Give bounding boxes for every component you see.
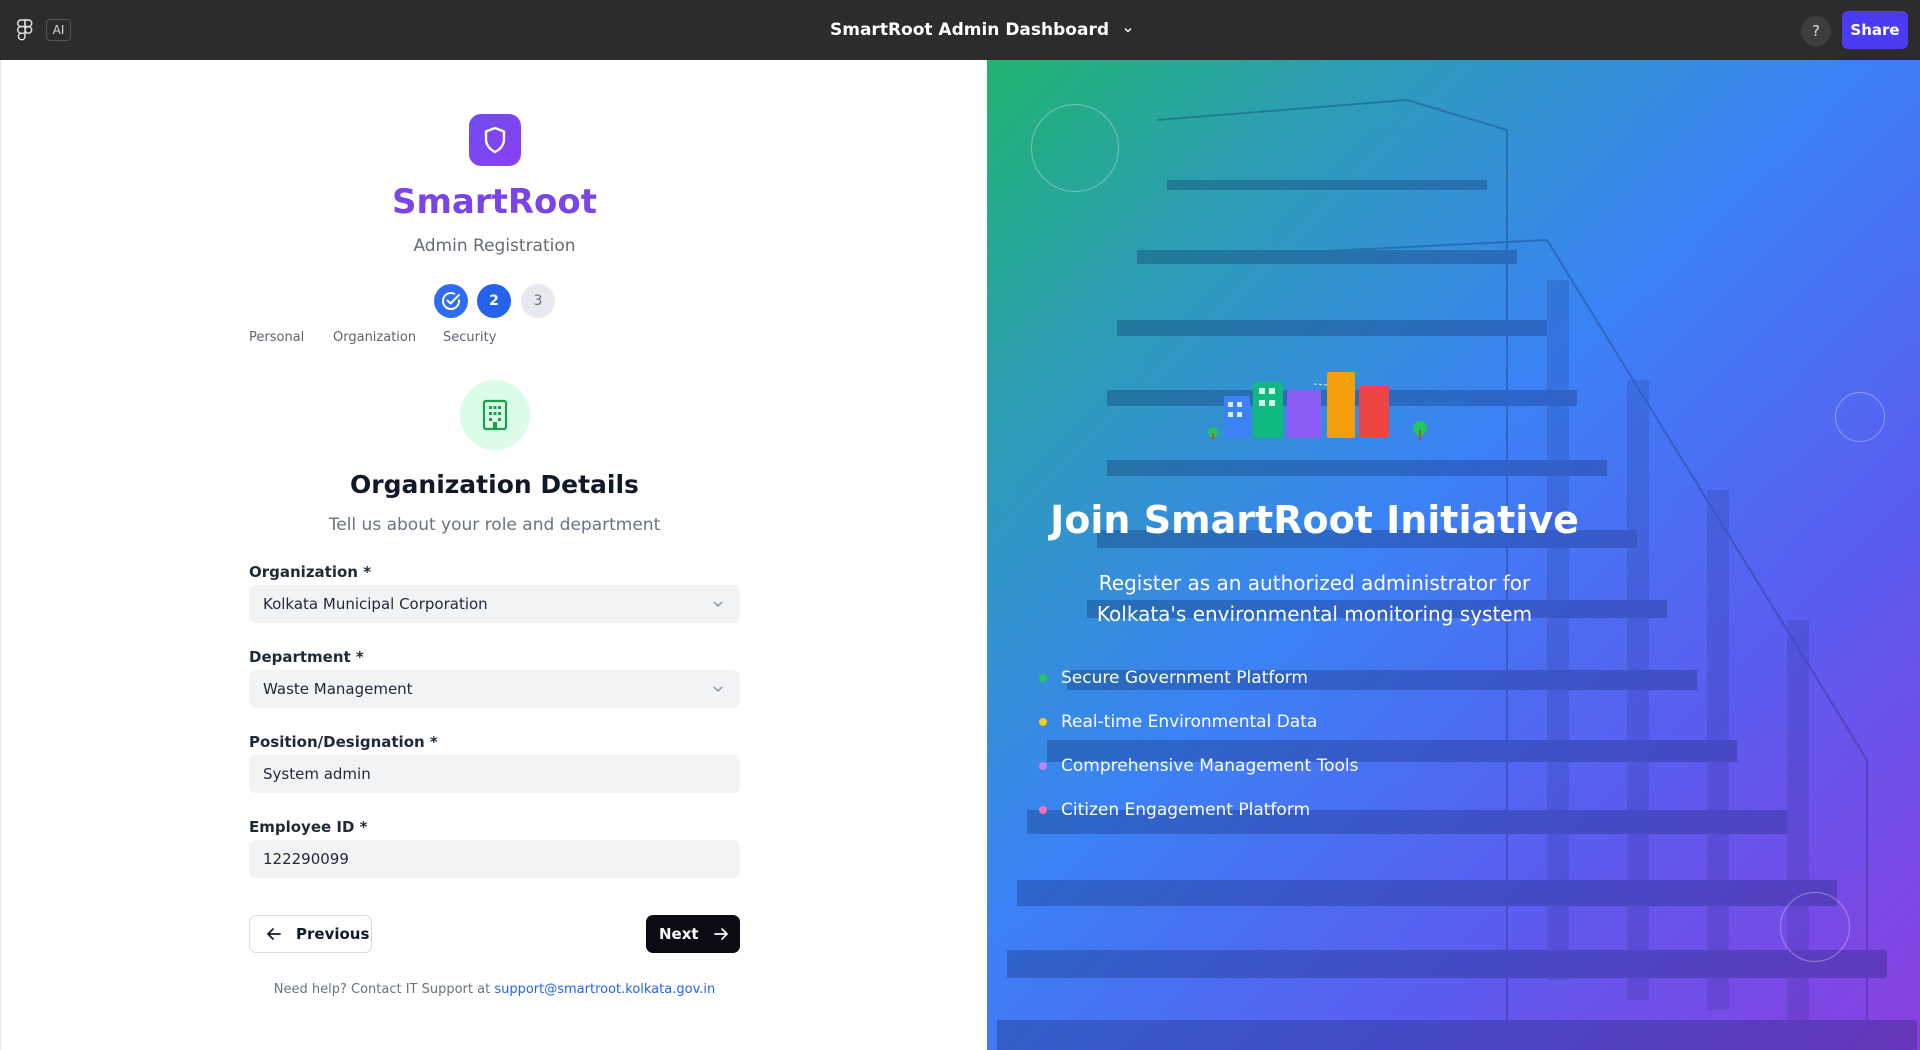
feature-item: Citizen Engagement Platform xyxy=(1039,800,1310,820)
feature-label: Comprehensive Management Tools xyxy=(1061,756,1359,776)
file-title: SmartRoot Admin Dashboard xyxy=(830,20,1109,40)
hero-title: Join SmartRoot Initiative xyxy=(1050,498,1579,542)
figma-logo-icon[interactable] xyxy=(16,19,34,41)
feature-label: Secure Government Platform xyxy=(1061,668,1308,688)
bullet-dot xyxy=(1039,762,1047,770)
section-subtitle: Tell us about your role and department xyxy=(328,515,661,535)
ai-button[interactable]: AI xyxy=(46,19,71,41)
help-button[interactable]: ? xyxy=(1801,16,1831,46)
previous-label: Previous xyxy=(296,925,370,943)
organization-label: Organization * xyxy=(249,563,372,581)
employee-id-input[interactable]: 122290099 xyxy=(249,840,740,878)
step-label-security: Security xyxy=(443,330,497,345)
step-3-pending: 3 xyxy=(521,284,555,318)
arrow-right-icon xyxy=(713,928,728,940)
city-skyline-illustration xyxy=(1208,372,1427,440)
bullet-dot xyxy=(1039,674,1047,682)
step-label-personal: Personal xyxy=(249,330,305,345)
decorative-circle xyxy=(1780,892,1850,962)
hero-subtitle: Register as an authorized administrator … xyxy=(1096,571,1533,626)
arrow-left-icon xyxy=(267,928,281,940)
position-input[interactable]: System admin xyxy=(249,755,740,793)
chevron-down-icon xyxy=(713,686,723,692)
section-icon xyxy=(460,380,530,450)
page-subtitle: Admin Registration xyxy=(413,236,576,256)
decorative-circle xyxy=(1835,392,1885,442)
brand-name: SmartRoot xyxy=(391,182,598,222)
step-2-active: 2 xyxy=(477,284,511,318)
department-select[interactable]: Waste Management xyxy=(249,670,740,708)
department-label: Department * xyxy=(249,648,364,666)
next-button[interactable]: Next xyxy=(646,915,740,953)
feature-label: Real-time Environmental Data xyxy=(1061,712,1318,732)
top-bar: AI SmartRoot Admin Dashboard ? Share xyxy=(0,0,1920,60)
feature-label: Citizen Engagement Platform xyxy=(1061,800,1311,820)
help-prefix: Need help? Contact IT Support at xyxy=(273,982,495,997)
department-value: Waste Management xyxy=(263,680,413,698)
support-email-link[interactable]: support@smartroot.kolkata.gov.in xyxy=(494,982,715,997)
organization-value: Kolkata Municipal Corporation xyxy=(263,595,488,613)
chevron-down-icon xyxy=(713,601,723,607)
building-photo-background xyxy=(997,98,1917,1050)
building-icon xyxy=(482,399,508,431)
step-label-organization: Organization xyxy=(333,330,417,345)
position-label: Position/Designation * xyxy=(249,733,438,751)
shield-icon xyxy=(484,126,506,154)
shield-logo xyxy=(469,114,521,166)
feature-item: Secure Government Platform xyxy=(1039,668,1308,688)
section-title: Organization Details xyxy=(350,470,639,499)
feature-item: Comprehensive Management Tools xyxy=(1039,756,1358,776)
step-1-completed xyxy=(434,284,468,318)
previous-button[interactable]: Previous xyxy=(249,915,372,953)
feature-item: Real-time Environmental Data xyxy=(1039,712,1317,732)
organization-select[interactable]: Kolkata Municipal Corporation xyxy=(249,585,740,623)
bullet-dot xyxy=(1039,718,1047,726)
employee-id-value: 122290099 xyxy=(263,850,349,868)
hero-panel: Join SmartRoot Initiative Register as an… xyxy=(987,60,1920,1050)
employee-id-label: Employee ID * xyxy=(249,818,368,836)
help-text: Need help? Contact IT Support at support… xyxy=(1,982,988,997)
bullet-dot xyxy=(1039,806,1047,814)
decorative-circle xyxy=(1031,104,1119,192)
position-value: System admin xyxy=(263,765,371,783)
chevron-down-icon xyxy=(1124,28,1132,33)
file-title-menu[interactable]: SmartRoot Admin Dashboard xyxy=(830,18,1133,42)
check-circle-icon xyxy=(442,292,460,310)
share-button[interactable]: Share xyxy=(1842,11,1908,49)
registration-panel: SmartRoot Admin Registration 2 3 Persona… xyxy=(0,60,987,1050)
next-label: Next xyxy=(659,925,699,943)
